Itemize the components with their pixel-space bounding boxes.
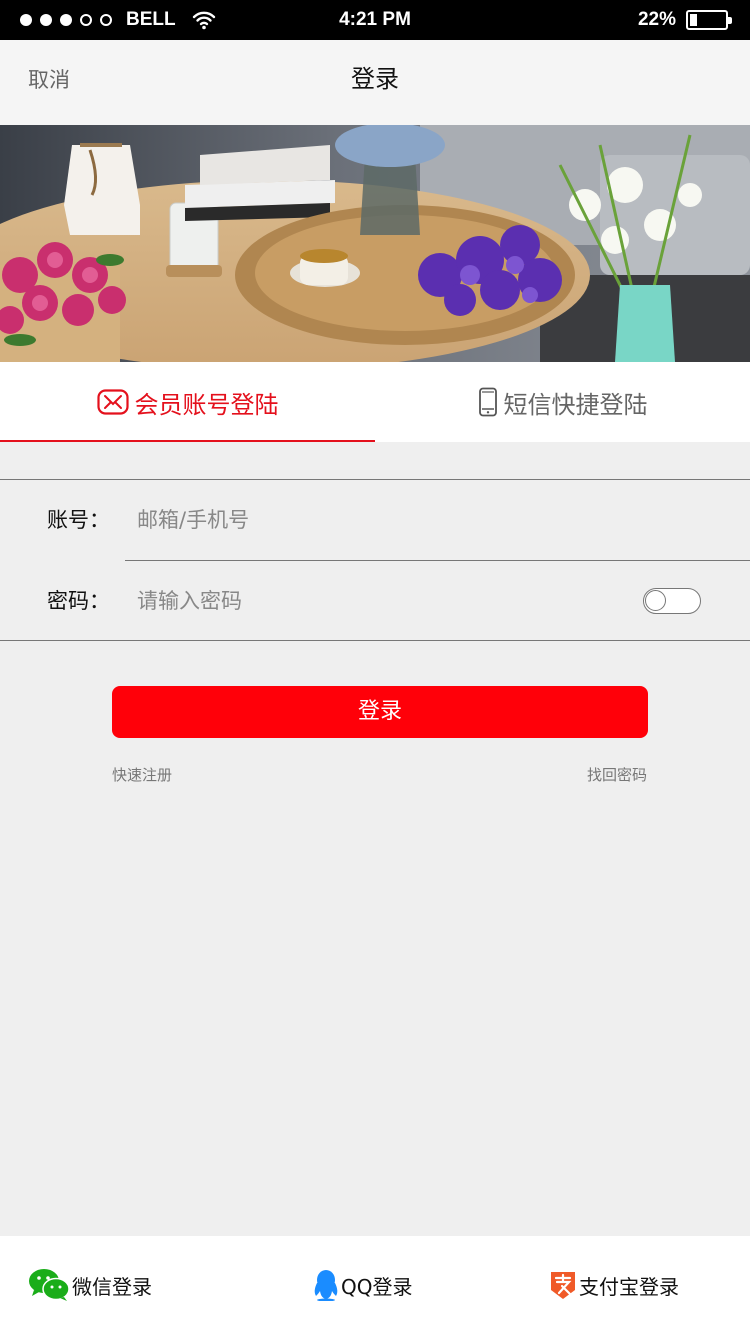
hero-image: [0, 125, 750, 362]
mail-icon: [96, 389, 129, 415]
password-row: 密码：: [0, 561, 750, 641]
password-label: 密码：: [47, 589, 110, 613]
account-label: 账号：: [47, 508, 110, 532]
show-password-toggle[interactable]: [643, 588, 701, 614]
tab-sms-login-label: 短信快捷登陆: [503, 390, 648, 419]
battery-percent: 22%: [637, 9, 676, 30]
alipay-icon: [551, 1272, 575, 1299]
tab-sms-login[interactable]: 短信快捷登陆: [375, 362, 750, 442]
alipay-login-label: 支付宝登录: [579, 1274, 679, 1299]
cancel-button[interactable]: 取消: [28, 40, 70, 120]
page-title: 登录: [351, 65, 399, 93]
login-tabs: 会员账号登陆 短信快捷登陆: [0, 362, 750, 442]
status-bar: BELL 4:21 PM 22%: [0, 0, 750, 40]
active-tab-indicator: [0, 440, 375, 442]
battery-fill: [690, 14, 697, 26]
forgot-password-link[interactable]: 找回密码: [587, 764, 647, 786]
account-input[interactable]: [137, 498, 617, 542]
phone-icon: [478, 387, 497, 417]
wechat-icon: [29, 1269, 70, 1301]
login-form: 账号： 密码：: [0, 479, 750, 641]
toggle-knob: [645, 590, 666, 611]
tab-member-account-label: 会员账号登陆: [134, 390, 279, 419]
wechat-login-label: 微信登录: [72, 1274, 152, 1299]
login-button[interactable]: 登录: [112, 686, 648, 738]
qq-icon: [314, 1270, 338, 1301]
password-input[interactable]: [137, 579, 617, 623]
nav-bar: 取消 登录: [0, 40, 750, 125]
qq-login-label: QQ登录: [341, 1274, 413, 1299]
alipay-login-button[interactable]: 支付宝登录: [549, 1236, 679, 1334]
register-link[interactable]: 快速注册: [112, 764, 172, 786]
wechat-login-button[interactable]: 微信登录: [28, 1236, 152, 1334]
qq-login-button[interactable]: QQ登录: [313, 1236, 412, 1334]
battery-icon: [686, 10, 732, 30]
social-login-bar: 微信登录 QQ登录 支付宝登录: [0, 1236, 750, 1334]
hero-illustration: [0, 125, 750, 362]
battery-area: 22%: [637, 0, 732, 40]
account-row: 账号：: [0, 480, 750, 561]
tab-member-account[interactable]: 会员账号登陆: [0, 362, 375, 442]
